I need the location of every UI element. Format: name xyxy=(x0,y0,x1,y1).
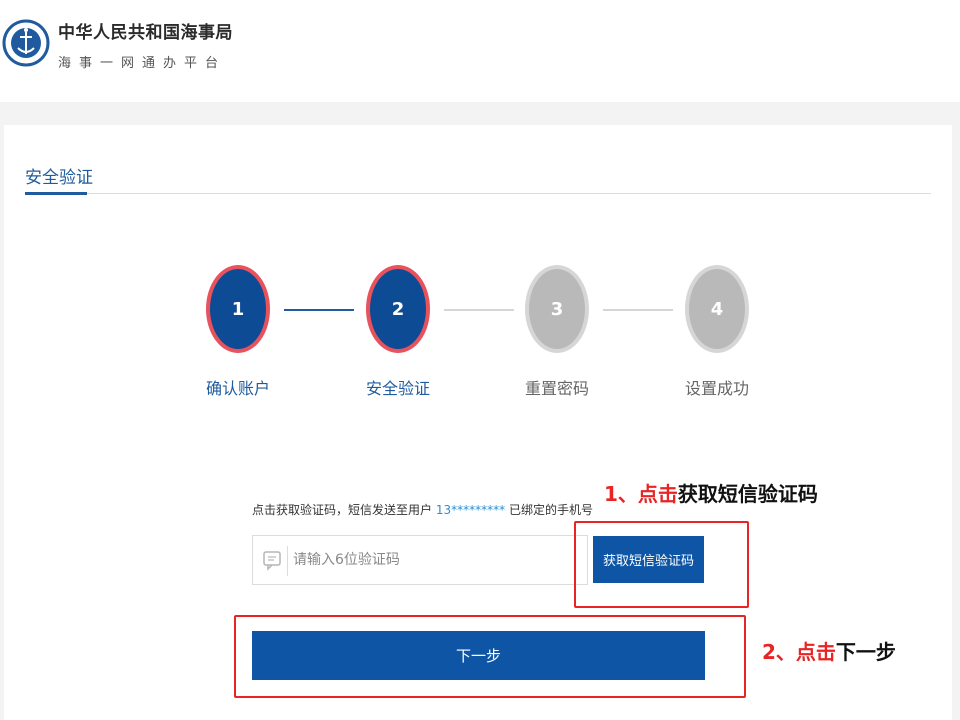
message-icon xyxy=(263,551,281,571)
step-2-label: 安全验证 xyxy=(365,379,430,398)
header: 中华人民共和国海事局 海事一网通办平台 xyxy=(0,0,960,102)
annotation-box-sms xyxy=(574,521,749,608)
sms-hint: 点击获取验证码，短信发送至用户 13********* 已绑定的手机号 xyxy=(252,501,593,518)
sms-hint-prefix: 点击获取验证码，短信发送至用户 xyxy=(252,503,433,517)
step-3-label: 重置密码 xyxy=(524,379,589,398)
org-name: 中华人民共和国海事局 xyxy=(58,23,233,43)
tab-divider xyxy=(25,193,931,194)
step-connector-1 xyxy=(284,309,354,311)
verification-code-input[interactable] xyxy=(293,536,583,584)
verification-code-field xyxy=(252,535,588,585)
step-connector-2 xyxy=(444,309,514,311)
step-1-label: 确认账户 xyxy=(205,379,270,398)
step-1-circle: 1 xyxy=(206,265,270,353)
annotation-step-1-target: 获取短信验证码 xyxy=(677,482,818,506)
input-icon-divider xyxy=(287,546,288,576)
annotation-step-1-action: 点击 xyxy=(637,482,678,506)
annotation-box-next xyxy=(234,615,746,698)
step-4-label: 设置成功 xyxy=(684,379,749,398)
step-connector-3 xyxy=(603,309,673,311)
tab-security-verification[interactable]: 安全验证 xyxy=(25,163,93,188)
step-4-circle: 4 xyxy=(685,265,749,353)
annotation-step-2-action: 点击 xyxy=(795,640,836,664)
china-msa-logo-icon xyxy=(2,19,50,67)
sms-hint-suffix: 已绑定的手机号 xyxy=(508,503,593,517)
annotation-step-2-index: 2、 xyxy=(762,640,796,664)
masked-phone: 13********* xyxy=(435,503,506,517)
step-3-circle: 3 xyxy=(525,265,589,353)
annotation-step-1-index: 1、 xyxy=(604,482,638,506)
step-2-circle: 2 xyxy=(366,265,430,353)
annotation-step-2: 2、点击下一步 xyxy=(762,636,896,665)
platform-name: 海事一网通办平台 xyxy=(58,56,227,71)
annotation-step-1: 1、点击获取短信验证码 xyxy=(604,478,818,507)
annotation-step-2-target: 下一步 xyxy=(835,640,896,664)
tab-active-underline xyxy=(25,192,87,195)
